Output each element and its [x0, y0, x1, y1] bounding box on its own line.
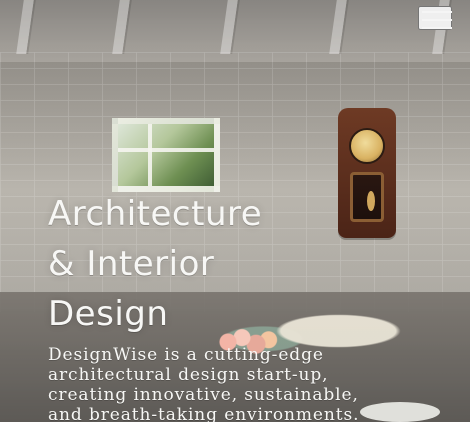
- menu-button[interactable]: [418, 6, 452, 30]
- hamburger-menu-icon: [422, 27, 452, 29]
- ceiling-beam: [220, 0, 238, 54]
- hamburger-menu-icon: [422, 11, 452, 13]
- hero-description-line: DesignWise is a cutting-edge: [48, 345, 324, 365]
- hero-content: Architecture & Interior Design DesignWis…: [48, 189, 428, 422]
- hero-description: DesignWise is a cutting-edge architectur…: [48, 345, 428, 422]
- wall-window: [112, 118, 220, 192]
- hero-description-line: and breath-taking environments.: [48, 405, 360, 422]
- ceiling-beam: [16, 0, 34, 54]
- hero-title-line: Architecture: [48, 194, 263, 234]
- clock-face: [349, 128, 385, 164]
- hero-section: Architecture & Interior Design DesignWis…: [0, 0, 470, 422]
- ceiling-beam: [112, 0, 130, 54]
- hero-title-line: Design: [48, 294, 169, 334]
- hero-title: Architecture & Interior Design: [48, 189, 428, 339]
- hero-description-line: architectural design start-up,: [48, 365, 329, 385]
- hero-title-line: & Interior: [48, 244, 215, 284]
- ceiling-beam: [329, 0, 347, 54]
- hero-description-line: creating innovative, sustainable,: [48, 385, 359, 405]
- hamburger-menu-icon: [422, 19, 452, 21]
